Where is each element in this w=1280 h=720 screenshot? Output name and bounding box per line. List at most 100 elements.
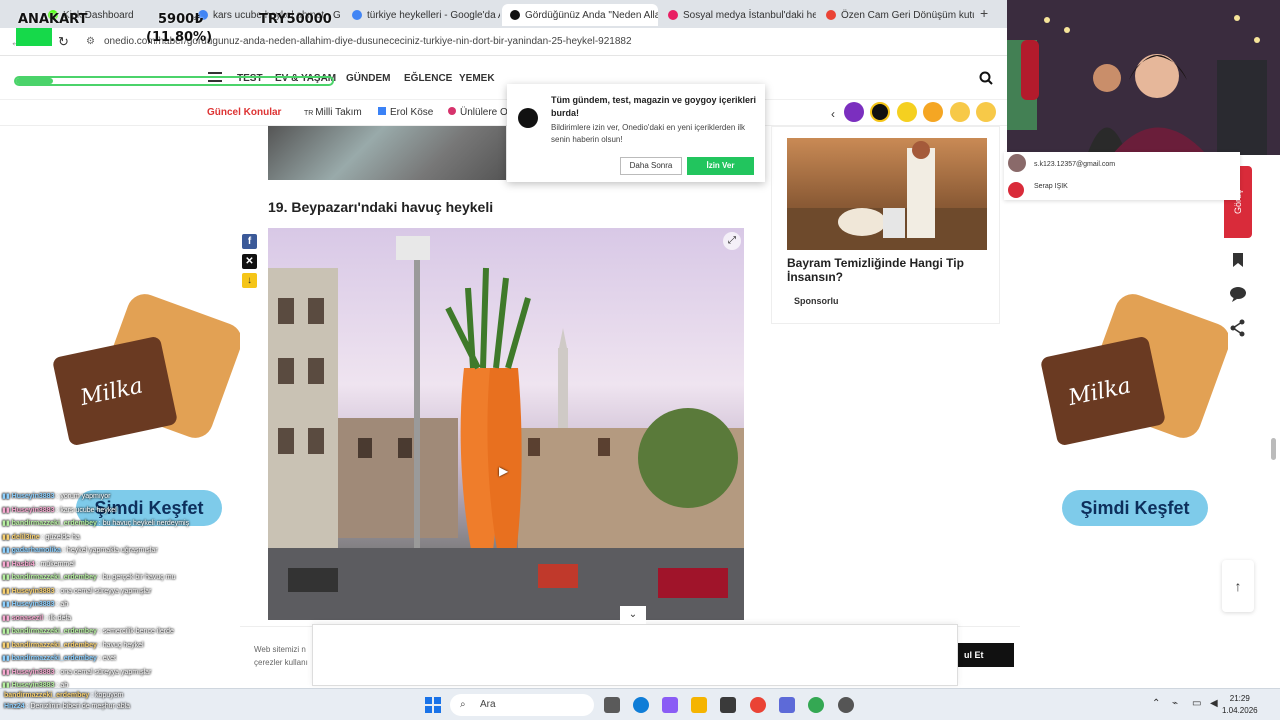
share-icon[interactable] bbox=[1226, 316, 1250, 340]
topic-label: Erol Köse bbox=[390, 107, 434, 118]
milka-cta-right-button[interactable]: Şimdi Keşfet bbox=[1062, 490, 1208, 526]
chat-user: Huseyin3883 bbox=[11, 668, 55, 676]
milka-ad-right[interactable]: Milka bbox=[1028, 286, 1230, 476]
emoji-reaction-icon[interactable] bbox=[870, 102, 890, 122]
taskbar-search-input[interactable]: ⌕ Ara bbox=[450, 694, 594, 716]
tab-google-turkiye[interactable]: türkiye heykelleri - Google'da A ✕ bbox=[344, 4, 500, 26]
chat-badge-icon: ▮▮ bbox=[2, 560, 12, 568]
chat-badge-icon: ▮▮ bbox=[2, 533, 12, 541]
tab-onedio[interactable]: Gördüğünüz Anda "Neden Allah ✕ bbox=[502, 4, 658, 26]
chat-line: ▮▮ bandirmazzeki_erdembey : bu gerçek bi… bbox=[2, 573, 175, 581]
obs-icon[interactable] bbox=[838, 697, 854, 713]
chat-bottom: bandirmazzeki_erdembey : kopuyom Hnz24 :… bbox=[4, 692, 254, 710]
ticker-progress-fill bbox=[16, 78, 54, 84]
chat-user: gadarhamolika bbox=[11, 547, 62, 554]
notification-prompt: Tüm gündem, test, magazin ve goygoy içer… bbox=[507, 84, 765, 182]
milka-biscuit-illustration: Milka bbox=[1041, 294, 1230, 445]
clock-time: 21:29 bbox=[1229, 694, 1250, 703]
chat-badge-icon: ▮▮ bbox=[2, 628, 12, 635]
emoji-reaction-icon[interactable] bbox=[923, 102, 943, 122]
chat-user: Huseyin3883 bbox=[11, 493, 55, 500]
expand-icon[interactable]: ⤢ bbox=[723, 232, 741, 250]
display-icon[interactable]: ▭ bbox=[1192, 698, 1201, 709]
tab-ozen-cam[interactable]: Özen Cam Geri Dönüşüm kutu ✕ bbox=[818, 4, 974, 26]
search-icon[interactable] bbox=[979, 71, 993, 85]
x-share-icon[interactable]: ✕ bbox=[242, 254, 257, 269]
google-icon bbox=[352, 10, 362, 20]
edge-icon[interactable] bbox=[633, 697, 649, 713]
nav-yemek[interactable]: YEMEK bbox=[459, 73, 495, 84]
app-icon[interactable] bbox=[779, 697, 795, 713]
store-icon[interactable] bbox=[720, 697, 736, 713]
topic-label: Milli Takım bbox=[315, 107, 362, 118]
emoji-reaction-icon[interactable] bbox=[897, 102, 917, 122]
chat-line: ▮▮ gadarhamolika : heykel yapmakla uğraş… bbox=[2, 546, 158, 554]
nav-eglence[interactable]: EĞLENCE bbox=[404, 73, 452, 84]
chat-badge-icon: ▮▮ bbox=[2, 506, 12, 514]
chat-user: bandirmazzeki_erdembey bbox=[4, 692, 90, 699]
download-share-icon[interactable]: ↓ bbox=[242, 273, 257, 288]
new-tab-button[interactable]: + bbox=[980, 5, 988, 21]
nav-gundem[interactable]: GÜNDEM bbox=[346, 73, 390, 84]
chat-user: Hnz24 bbox=[4, 703, 25, 710]
facebook-share-icon[interactable]: f bbox=[242, 234, 257, 249]
allow-button[interactable]: İzin Ver bbox=[687, 157, 754, 175]
system-clock[interactable]: 21:29 1.04.2026 bbox=[1222, 693, 1258, 717]
sad-emoji-icon[interactable] bbox=[976, 102, 996, 122]
task-view-icon[interactable] bbox=[604, 697, 620, 713]
scrollbar[interactable] bbox=[1270, 126, 1278, 686]
sponsored-label: Sponsorlu bbox=[794, 296, 839, 306]
chat-badge-icon: ▮▮ bbox=[2, 655, 12, 662]
dot-icon bbox=[448, 107, 456, 115]
emoji-reaction-icon[interactable] bbox=[844, 102, 864, 122]
chevron-left-icon[interactable]: ‹ bbox=[831, 107, 835, 121]
chat-line: ▮▮ Huseyin3883 : ona cemal süreyya yapmı… bbox=[2, 668, 151, 676]
chat-message: Denizlinin biberi de meşhur abla bbox=[30, 703, 131, 710]
chat-user: Huseyin3883 bbox=[11, 601, 55, 608]
tray-chevron-icon[interactable]: ⌃ bbox=[1152, 698, 1160, 709]
chat-badge-icon: ▮▮ bbox=[2, 614, 12, 622]
later-button[interactable]: Daha Sonra bbox=[620, 157, 682, 175]
file-explorer-icon[interactable] bbox=[691, 697, 707, 713]
windows-start-icon[interactable] bbox=[425, 697, 441, 713]
milka-ad-left[interactable]: Milka bbox=[40, 286, 242, 476]
topic-label: Ünlülere O bbox=[460, 107, 508, 118]
sponsored-image[interactable] bbox=[787, 138, 987, 250]
chat-badge-icon: ▮▮ bbox=[2, 520, 12, 527]
chat-message: mükemmel bbox=[40, 560, 75, 568]
topic-unlulere[interactable]: Ünlülere O bbox=[448, 107, 508, 118]
network-icon[interactable]: ⌁ bbox=[1172, 698, 1178, 709]
copilot-icon[interactable] bbox=[662, 697, 678, 713]
chevron-down-icon[interactable]: ⌄ bbox=[620, 606, 646, 624]
avatar bbox=[1008, 154, 1026, 172]
scroll-top-button[interactable]: ↑ bbox=[1222, 560, 1254, 612]
chat-user: bandirmazzeki_erdembey bbox=[11, 655, 97, 662]
chrome-icon[interactable] bbox=[750, 697, 766, 713]
comment-icon[interactable] bbox=[1226, 282, 1250, 306]
volume-icon[interactable]: ◀ bbox=[1210, 698, 1218, 709]
topic-milli-takim[interactable]: TR Milli Takım bbox=[304, 107, 362, 118]
search-icon: ⌕ bbox=[460, 699, 466, 710]
carrot-statue-illustration bbox=[268, 236, 744, 620]
scrollbar-thumb[interactable] bbox=[1271, 438, 1276, 460]
chat-user: bandirmazzeki_erdembey bbox=[11, 574, 97, 581]
chat-badge-icon: ▮▮ bbox=[2, 668, 12, 676]
tab-sosyal-medya[interactable]: Sosyal medya İstanbul'daki hey ✕ bbox=[660, 4, 816, 26]
sponsored-title[interactable]: Bayram Temizliğinde Hangi Tip İnsansın? bbox=[787, 256, 987, 284]
chat-message: ilk defa bbox=[49, 614, 72, 622]
chat-message: bu gerçek bir havuç mu bbox=[102, 574, 176, 581]
chat-snippet-line2: Serap IŞIK bbox=[1034, 183, 1068, 190]
heart-eyes-emoji-icon[interactable] bbox=[950, 102, 970, 122]
topics-bar: Güncel Konular TR Milli Takım Erol Köse … bbox=[0, 100, 1007, 126]
chrome-active-icon[interactable] bbox=[808, 697, 824, 713]
cookie-accept-button[interactable]: ul Et bbox=[950, 643, 1014, 667]
chat-bottom-line: bandirmazzeki_erdembey : kopuyom bbox=[4, 692, 124, 699]
chat-message: havuç heykel bbox=[102, 641, 144, 649]
topic-erol-kose[interactable]: Erol Köse bbox=[378, 107, 433, 118]
chat-message: kars ucube heykel bbox=[60, 506, 117, 514]
chat-line: ▮▮ delil3ine : güzelde ha bbox=[2, 533, 80, 541]
chat-badge-icon: ▮▮ bbox=[2, 547, 12, 554]
webcam-scene bbox=[1007, 0, 1280, 155]
bookmark-icon[interactable] bbox=[1226, 248, 1250, 272]
chat-message: heykel yapmakla uğraşmışlar bbox=[66, 547, 158, 554]
